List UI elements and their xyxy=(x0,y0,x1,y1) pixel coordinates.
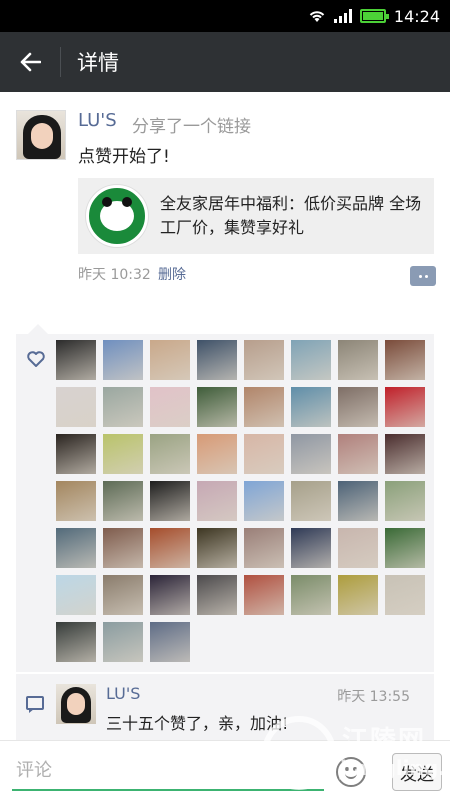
liker-avatar[interactable] xyxy=(56,387,96,427)
status-time: 14:24 xyxy=(393,6,440,26)
liker-avatar[interactable] xyxy=(197,387,237,427)
status-bar: 14:24 xyxy=(0,0,450,32)
liker-avatar[interactable] xyxy=(150,434,190,474)
liker-avatar[interactable] xyxy=(338,434,378,474)
comment-input-bar: 发送 xyxy=(0,740,450,800)
liker-avatar[interactable] xyxy=(291,575,331,615)
liker-avatar[interactable] xyxy=(385,481,425,521)
liker-avatar[interactable] xyxy=(385,387,425,427)
comment-input[interactable] xyxy=(12,751,324,791)
smiley-icon[interactable] xyxy=(336,757,366,787)
liker-avatar[interactable] xyxy=(150,481,190,521)
liker-avatar[interactable] xyxy=(244,528,284,568)
liker-avatar[interactable] xyxy=(338,340,378,380)
title-bar: 详情 xyxy=(0,32,450,92)
liker-avatar[interactable] xyxy=(291,481,331,521)
liker-avatar[interactable] xyxy=(103,340,143,380)
comment-icon xyxy=(26,696,44,713)
liker-avatar[interactable] xyxy=(197,575,237,615)
liker-avatar[interactable] xyxy=(103,387,143,427)
liker-avatar[interactable] xyxy=(56,622,96,662)
liker-avatar[interactable] xyxy=(338,387,378,427)
liker-avatar[interactable] xyxy=(244,340,284,380)
liker-avatar[interactable] xyxy=(244,481,284,521)
liker-avatar[interactable] xyxy=(338,528,378,568)
comment-item: LU'S 昨天 13:55 三十五个赞了，亲，加油! xyxy=(16,674,434,740)
post-time: 昨天 10:32 xyxy=(78,267,151,283)
liker-avatar[interactable] xyxy=(150,387,190,427)
liker-avatar[interactable] xyxy=(385,340,425,380)
liker-avatar[interactable] xyxy=(385,575,425,615)
post-text: 点赞开始了! xyxy=(78,147,170,167)
liker-avatar[interactable] xyxy=(103,528,143,568)
liker-avatar[interactable] xyxy=(244,575,284,615)
liker-avatar[interactable] xyxy=(150,528,190,568)
likes-panel xyxy=(16,324,434,672)
liker-avatar[interactable] xyxy=(197,481,237,521)
liker-avatar[interactable] xyxy=(244,387,284,427)
back-button[interactable] xyxy=(0,32,60,92)
liker-avatar[interactable] xyxy=(338,575,378,615)
liker-avatar[interactable] xyxy=(291,340,331,380)
liker-avatar[interactable] xyxy=(338,481,378,521)
liker-avatar[interactable] xyxy=(56,340,96,380)
liker-avatar[interactable] xyxy=(197,528,237,568)
send-button[interactable]: 发送 xyxy=(392,753,442,791)
liker-avatar[interactable] xyxy=(56,434,96,474)
liker-avatar[interactable] xyxy=(291,434,331,474)
liker-avatar[interactable] xyxy=(150,575,190,615)
page-title: 详情 xyxy=(77,51,119,75)
delete-link[interactable]: 删除 xyxy=(158,264,186,284)
liker-avatar[interactable] xyxy=(385,434,425,474)
avatar[interactable] xyxy=(16,110,66,160)
liker-avatar[interactable] xyxy=(103,622,143,662)
arrow-left-icon xyxy=(20,52,41,72)
wifi-icon xyxy=(309,11,325,22)
link-card[interactable]: 全友家居年中福利：低价买品牌 全场工厂价，集赞享好礼 xyxy=(78,178,434,254)
liker-avatar[interactable] xyxy=(150,622,190,662)
liker-avatar[interactable] xyxy=(56,481,96,521)
liker-avatar[interactable] xyxy=(197,434,237,474)
signal-icon xyxy=(333,9,352,23)
heart-icon xyxy=(27,351,45,367)
liker-avatar[interactable] xyxy=(197,340,237,380)
title-divider xyxy=(60,47,61,77)
comment-action-icon[interactable] xyxy=(410,266,436,286)
liker-avatar[interactable] xyxy=(56,575,96,615)
liker-avatar[interactable] xyxy=(291,387,331,427)
liker-avatar[interactable] xyxy=(385,528,425,568)
panda-logo-icon xyxy=(86,185,148,247)
liker-avatar[interactable] xyxy=(103,434,143,474)
comment-text: 三十五个赞了，亲，加油! xyxy=(106,714,289,733)
liker-avatar[interactable] xyxy=(244,434,284,474)
comment-author[interactable]: LU'S xyxy=(106,684,140,703)
comment-avatar[interactable] xyxy=(56,684,96,724)
post-action: 分享了一个链接 xyxy=(132,117,251,137)
link-title: 全友家居年中福利：低价买品牌 全场工厂价，集赞享好礼 xyxy=(160,194,422,237)
liker-avatar[interactable] xyxy=(103,575,143,615)
liker-avatar[interactable] xyxy=(291,528,331,568)
liker-avatar[interactable] xyxy=(103,481,143,521)
battery-icon xyxy=(359,9,389,23)
liker-avatar[interactable] xyxy=(56,528,96,568)
liker-avatar[interactable] xyxy=(150,340,190,380)
post-author[interactable]: LU'S xyxy=(78,110,117,131)
comment-time: 昨天 13:55 xyxy=(337,689,410,705)
